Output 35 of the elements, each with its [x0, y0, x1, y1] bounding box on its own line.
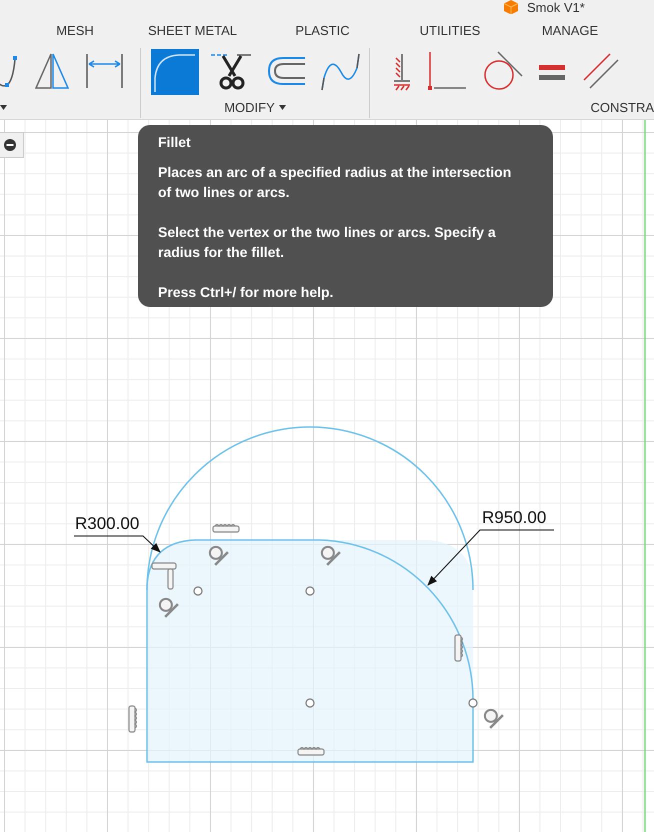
sketch-point[interactable] — [305, 586, 315, 596]
document-title[interactable]: Smok V1* — [527, 0, 585, 14]
tooltip-text: Places an arc of a specified radius at the intersection of two lines or arcs. — [158, 163, 512, 202]
group-label[interactable]: MODIFY — [224, 100, 275, 114]
fillet-tool-button[interactable] — [151, 49, 199, 95]
horizontal-constraint-icon[interactable] — [212, 524, 240, 533]
tangent-constraint-icon[interactable] — [208, 546, 229, 566]
tooltip-title: Fillet — [158, 133, 192, 152]
ribbon-tab[interactable]: SHEET METAL — [130, 18, 255, 44]
ribbon-tab[interactable]: UTILITIES — [390, 18, 510, 44]
sketch-point[interactable] — [193, 586, 203, 596]
tangent-constraint-icon[interactable] — [158, 598, 179, 618]
caret-icon[interactable] — [0, 104, 7, 110]
group-label[interactable]: CONSTRA — [590, 100, 654, 114]
radius-dimension[interactable]: R300.00 — [75, 514, 140, 533]
coincident-constraint-icon[interactable] — [151, 562, 177, 590]
equal-icon — [538, 64, 566, 80]
ribbon-tab[interactable]: MESH — [20, 18, 130, 44]
vertical-constraint-icon[interactable] — [128, 705, 138, 733]
tooltip-text: Select the vertex or the two lines or arcs. Specify a radius for the fillet. — [158, 223, 497, 262]
tangent-constraint-icon[interactable] — [484, 708, 504, 729]
tangent-constraint-icon[interactable] — [320, 546, 341, 566]
minus-icon — [4, 139, 16, 151]
spline-icon — [0, 55, 18, 89]
ribbon-tab[interactable]: MANAGE — [510, 18, 630, 44]
ribbon-tab[interactable]: PLASTIC — [255, 18, 390, 44]
sketch-point[interactable] — [305, 698, 315, 708]
collapse-button[interactable] — [0, 132, 24, 158]
caret-icon[interactable] — [278, 104, 286, 110]
cube-icon — [503, 0, 519, 14]
vertical-constraint-icon[interactable] — [454, 634, 464, 662]
sketch-point[interactable] — [468, 698, 478, 708]
horizontal-constraint-icon[interactable] — [297, 746, 325, 756]
radius-dimension[interactable]: R950.00 — [482, 508, 546, 527]
tooltip-text: Press Ctrl+/ for more help. — [158, 283, 334, 302]
